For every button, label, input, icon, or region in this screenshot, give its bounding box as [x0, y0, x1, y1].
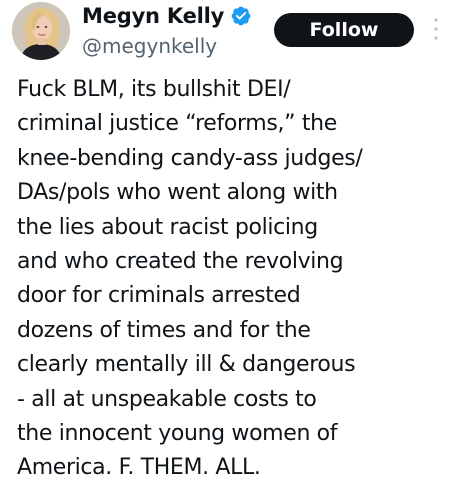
tweet-text-line: Fuck BLM, its bullshit DEI/: [17, 77, 291, 102]
tweet-text-line: and who created the revolving: [17, 249, 344, 275]
author-handle[interactable]: @megynkelly: [82, 34, 217, 58]
display-name[interactable]: Megyn Kelly: [82, 4, 224, 28]
tweet-text-line: knee-bending candy-ass judges/: [17, 145, 363, 171]
tweet-text-line: - all at unspeakable costs to: [17, 386, 317, 412]
tweet-text-line: clearly mentally ill & dangerous: [17, 352, 356, 378]
more-vertical-icon[interactable]: [432, 14, 440, 44]
tweet-text-line: DAs/pols who went along with: [17, 180, 338, 206]
tweet-text-line: criminal justice “reforms,” the: [17, 111, 337, 137]
tweet-text-line: the lies about racist policing: [17, 214, 318, 240]
avatar-photo: [12, 2, 70, 60]
tweet-text: Fuck BLM, its bullshit DEI/ criminal jus…: [17, 73, 453, 486]
tweet-text-line: America. F. THEM. ALL.: [17, 455, 261, 481]
author-name-row: Megyn Kelly: [82, 2, 252, 30]
verified-badge-icon[interactable]: [230, 5, 252, 27]
tweet-text-line: door for criminals arrested: [17, 283, 301, 309]
tweet-text-line: dozens of times and for the: [17, 317, 311, 343]
tweet-card: Megyn Kelly @megynkelly Follow Fuck BLM,…: [0, 0, 458, 500]
tweet-text-line: the innocent young women of: [17, 421, 338, 447]
avatar[interactable]: [12, 2, 70, 60]
follow-button[interactable]: Follow: [274, 13, 414, 47]
